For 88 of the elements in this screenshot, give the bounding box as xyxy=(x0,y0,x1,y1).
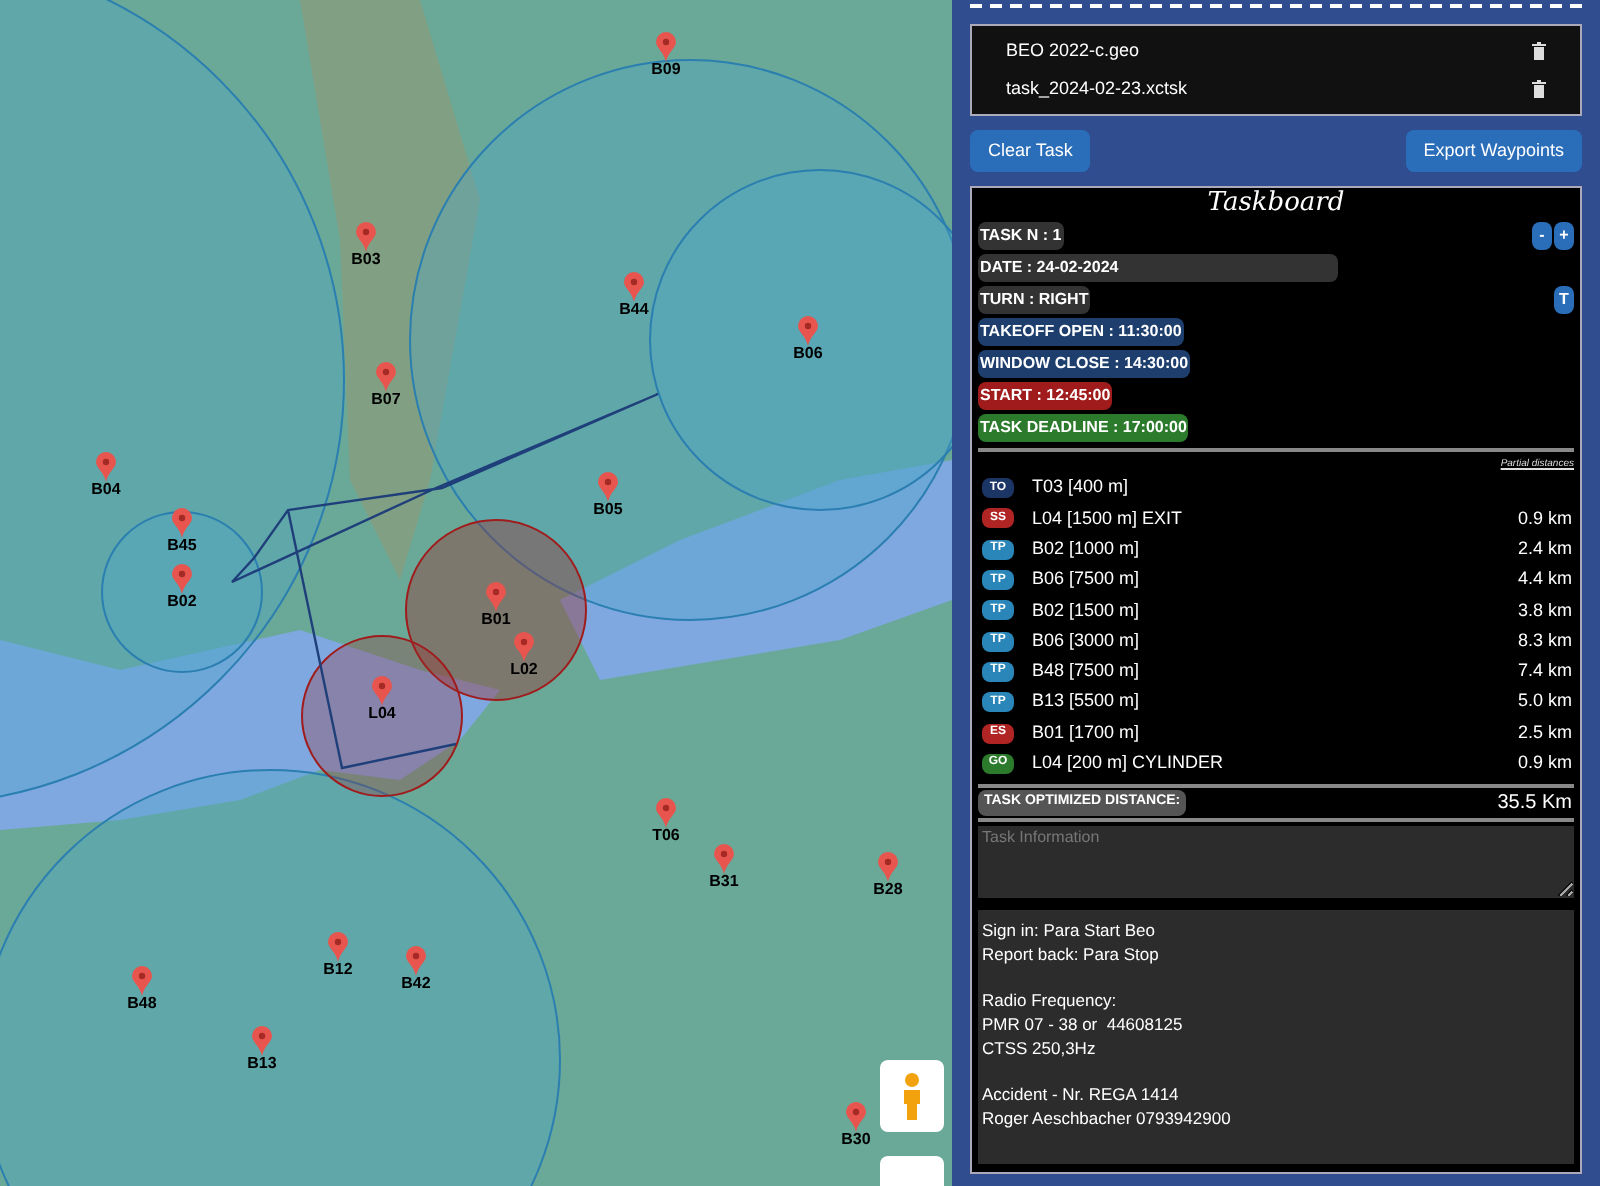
action-button[interactable]: Export Waypoints xyxy=(1405,130,1582,172)
person-icon xyxy=(900,1072,924,1120)
map-pin-icon[interactable] xyxy=(376,362,396,392)
map-background[interactable]: B09 B03 B44 B06 B07 B04 B05 B45 B02 B01 L02 L04 T06 B31 B28 B12 B42 B48 B13 B30 xyxy=(0,0,952,1186)
file-name[interactable]: task_2024-02-23.xctsk xyxy=(1006,75,1188,103)
map-pin-icon[interactable] xyxy=(656,32,676,62)
trash-icon[interactable] xyxy=(1532,42,1546,60)
note-line: CTSS 250,3Hz xyxy=(982,1036,1098,1061)
map-pin-icon[interactable] xyxy=(356,222,376,252)
waypoint-label: B44 xyxy=(619,302,649,318)
task-field: TASK DEADLINE : 17:00:00 xyxy=(978,414,1189,442)
task-field: TURN : RIGHT xyxy=(978,286,1091,314)
task-field[interactable]: DATE : 24-02-2024 xyxy=(978,254,1338,282)
map-pin-icon[interactable] xyxy=(878,852,898,882)
partial-distance: 2.5 km xyxy=(1517,719,1572,746)
waypoint-label: B03 xyxy=(351,252,381,268)
note-line: PMR 07 - 38 or 44608125 xyxy=(982,1012,1185,1037)
map-pin-icon[interactable] xyxy=(96,452,116,482)
turnpoint-name: B13 [5500 m] xyxy=(1032,688,1140,715)
waypoint-label: L04 xyxy=(368,706,396,722)
waypoint-label: B01 xyxy=(481,612,511,628)
task-field: TAKEOFF OPEN : 11:30:00 xyxy=(978,318,1184,346)
optimized-distance-value: 35.5 Km xyxy=(1497,789,1574,818)
map-pin-icon[interactable] xyxy=(656,798,676,828)
turnpoint-name: B02 [1500 m] xyxy=(1032,597,1140,624)
task-information-field[interactable]: Task Information xyxy=(978,826,1574,899)
turnpoint-name: B02 [1000 m] xyxy=(1032,535,1140,562)
partial-distance: 0.9 km xyxy=(1517,505,1572,532)
task-field: WINDOW CLOSE : 14:30:00 xyxy=(978,350,1191,378)
partial-distance: 5.0 km xyxy=(1517,688,1572,715)
turnpoint-name: B48 [7500 m] xyxy=(1032,658,1140,685)
waypoint-label: B42 xyxy=(401,976,431,992)
step-button[interactable]: T xyxy=(1554,286,1574,314)
map-pin-icon[interactable] xyxy=(328,932,348,962)
waypoint-label: B07 xyxy=(371,392,401,408)
taskboard-title: Taskboard xyxy=(1205,188,1347,220)
file-name[interactable]: BEO 2022-c.geo xyxy=(1006,37,1140,65)
turnpoint-name: B06 [3000 m] xyxy=(1032,627,1140,654)
trash-icon[interactable] xyxy=(1532,80,1546,98)
waypoint-label: B04 xyxy=(91,482,121,498)
waypoint-label: B13 xyxy=(247,1056,277,1072)
partial-distance: 3.8 km xyxy=(1517,597,1572,624)
note-line: Report back: Para Stop xyxy=(982,942,1161,967)
turnpoint-name: L04 [200 m] CYLINDER xyxy=(1032,750,1224,777)
map-pin-icon[interactable] xyxy=(172,564,192,594)
waypoint-label: B28 xyxy=(873,882,903,898)
step-button[interactable]: + xyxy=(1554,222,1574,250)
map-pin-icon[interactable] xyxy=(798,316,818,346)
waypoint-label: B31 xyxy=(709,874,739,890)
turnpoint-name: L04 [1500 m] EXIT xyxy=(1032,505,1183,532)
waypoint-label: B12 xyxy=(323,962,353,978)
map-pin-icon[interactable] xyxy=(598,472,618,502)
partial-distance: 4.4 km xyxy=(1517,566,1572,593)
waypoint-label: L02 xyxy=(510,662,538,678)
partial-distance: 0.9 km xyxy=(1517,750,1572,777)
note-line: Accident - Nr. REGA 1414 xyxy=(982,1082,1181,1107)
step-button[interactable]: - xyxy=(1532,222,1552,250)
map-pin-icon[interactable] xyxy=(714,844,734,874)
waypoint-label: B30 xyxy=(841,1132,871,1148)
waypoint-label: B05 xyxy=(593,502,623,518)
turnpoint-name: B01 [1700 m] xyxy=(1032,719,1140,746)
map-pin-icon[interactable] xyxy=(486,582,506,612)
waypoint-label: B45 xyxy=(167,538,197,554)
map-pin-icon[interactable] xyxy=(172,508,192,538)
map-pin-icon[interactable] xyxy=(846,1102,866,1132)
waypoint-label: B06 xyxy=(793,346,823,362)
map-pin-icon[interactable] xyxy=(514,632,534,662)
task-field: TASK N : 1 xyxy=(978,222,1064,250)
note-line: Radio Frequency: xyxy=(982,988,1119,1013)
note-line: Roger Aeschbacher 0793942900 xyxy=(982,1106,1233,1131)
note-line: Sign in: Para Start Beo xyxy=(982,918,1157,943)
map-pin-icon[interactable] xyxy=(372,676,392,706)
map-pin-icon[interactable] xyxy=(252,1026,272,1056)
task-field: START : 12:45:00 xyxy=(978,382,1113,410)
turnpoint-name: B06 [7500 m] xyxy=(1032,566,1140,593)
map-pin-icon[interactable] xyxy=(132,966,152,996)
waypoint-label: B02 xyxy=(167,594,197,610)
partial-distance: 2.4 km xyxy=(1517,535,1572,562)
map-pin-icon[interactable] xyxy=(624,272,644,302)
partial-distance: 7.4 km xyxy=(1517,658,1572,685)
waypoint-label: T06 xyxy=(652,828,680,844)
waypoint-label: B48 xyxy=(127,996,157,1012)
action-button[interactable]: Clear Task xyxy=(970,130,1091,172)
turnpoint-name: T03 [400 m] xyxy=(1032,474,1129,501)
map-pin-icon[interactable] xyxy=(406,946,426,976)
partial-distance: 8.3 km xyxy=(1517,627,1572,654)
street-view-button[interactable] xyxy=(880,1060,944,1132)
waypoint-label: B09 xyxy=(651,62,681,78)
